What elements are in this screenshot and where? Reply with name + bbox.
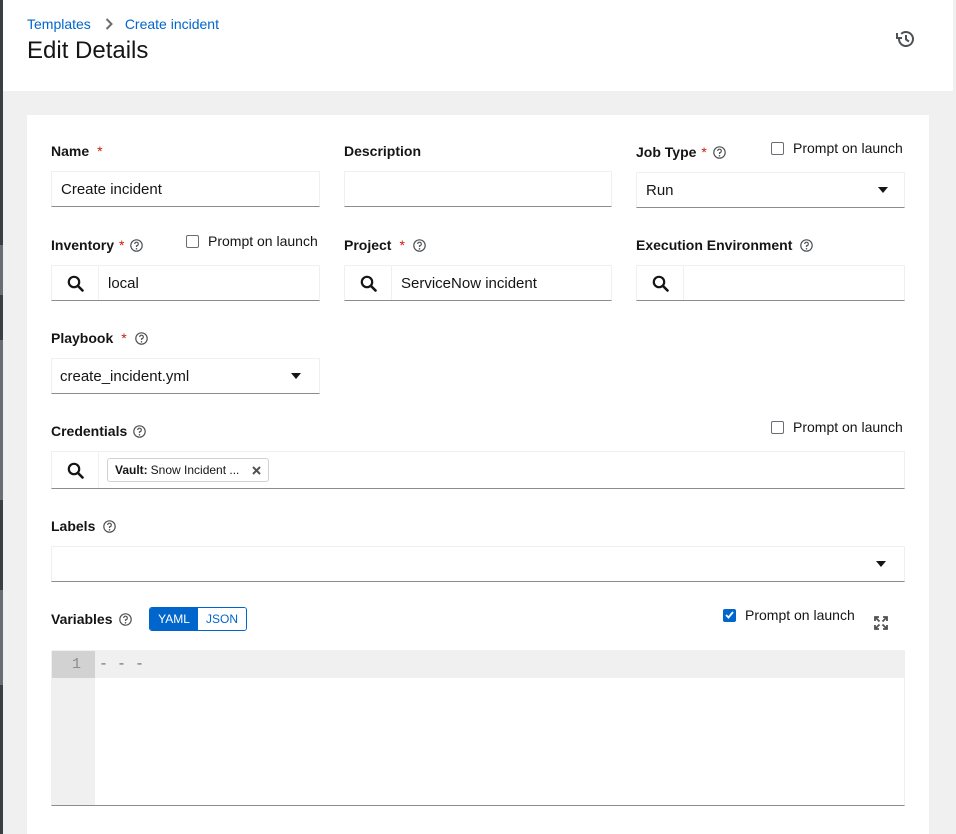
search-icon[interactable] [52,452,99,488]
question-circle-icon[interactable] [134,331,148,345]
variables-code-editor[interactable]: 1 - - - [51,650,905,806]
variables-format-toggle: YAML JSON [149,607,247,631]
inventory-label: Inventory * [51,237,144,253]
job-type-select[interactable]: Run [636,172,905,208]
yaml-toggle-button[interactable]: YAML [150,608,198,630]
credentials-prompt-checkbox[interactable]: Prompt on launch [771,419,903,435]
question-circle-icon[interactable] [103,519,117,533]
close-icon[interactable] [252,465,262,475]
breadcrumb-templates-link[interactable]: Templates [27,16,91,32]
search-icon[interactable] [345,266,392,300]
breadcrumb: Templates Create incident [27,16,219,32]
credentials-label: Credentials [51,423,147,439]
breadcrumb-create-incident-link[interactable]: Create incident [125,16,219,32]
project-label: Project * [344,237,426,253]
search-icon[interactable] [637,266,684,300]
variables-label: Variables [51,611,132,627]
credentials-lookup[interactable]: Vault: Snow Incident ... [51,451,905,489]
checkbox[interactable] [186,234,199,248]
description-input[interactable] [344,171,612,207]
caret-down-icon [878,187,888,193]
job-type-label: Job Type * [636,144,726,160]
inventory-lookup[interactable]: local [51,265,320,301]
nav-edge-segment [0,340,3,500]
left-nav-edge [0,0,3,834]
playbook-select[interactable]: create_incident.yml [51,358,320,394]
edit-details-form: Name * Create incident Description Job Ty… [27,115,929,834]
expand-icon[interactable] [873,615,889,631]
caret-down-icon [876,561,886,567]
playbook-label: Playbook * [51,330,148,346]
json-toggle-button[interactable]: JSON [198,608,246,630]
name-input[interactable]: Create incident [51,171,320,207]
checkbox[interactable] [771,141,784,155]
caret-down-icon [291,373,301,379]
line-number: 1 [52,651,95,678]
name-label: Name * [51,143,103,159]
question-circle-icon[interactable] [413,238,426,252]
variables-prompt-checkbox[interactable]: Prompt on launch [723,607,855,623]
question-circle-icon[interactable] [130,238,144,252]
description-label: Description [344,143,422,159]
page-header: Templates Create incident Edit Details [3,0,953,91]
project-lookup[interactable]: ServiceNow incident [344,265,612,301]
editor-line[interactable]: - - - [95,651,904,678]
history-icon[interactable] [894,28,916,50]
execution-environment-label: Execution Environment [636,237,814,253]
labels-select[interactable] [51,546,905,582]
question-circle-icon[interactable] [133,424,147,438]
question-circle-icon[interactable] [800,238,814,252]
credential-chip: Vault: Snow Incident ... [107,458,270,482]
checkbox-checked[interactable] [723,608,736,622]
nav-edge-segment [0,245,3,295]
chevron-right-icon [105,18,113,30]
execution-environment-lookup[interactable] [636,265,905,301]
labels-label: Labels [51,518,117,534]
nav-edge-segment [0,590,3,685]
question-circle-icon[interactable] [118,612,132,626]
editor-gutter: 1 [52,651,95,805]
inventory-prompt-checkbox[interactable]: Prompt on launch [186,233,318,249]
question-circle-icon[interactable] [713,145,726,159]
checkbox[interactable] [771,420,784,434]
page-title: Edit Details [27,37,149,64]
job-type-prompt-checkbox[interactable]: Prompt on launch [771,140,903,156]
search-icon[interactable] [52,266,99,300]
